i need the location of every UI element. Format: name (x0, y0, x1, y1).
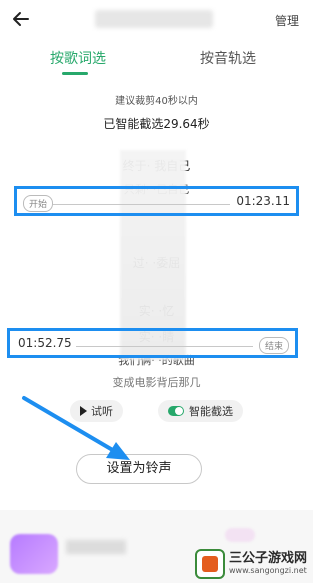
end-marker-highlight: 01:52.75 结束 (7, 328, 298, 358)
start-marker-highlight: 开始 01:23.11 (14, 186, 299, 216)
controls-row: 试听 智能截选 (0, 400, 313, 422)
start-marker-line (53, 204, 230, 205)
end-marker-line (76, 346, 253, 347)
tab-bar: 按歌词选 按音轨选 (0, 44, 313, 76)
bottom-badge-blurred (225, 528, 255, 542)
toggle-switch-icon (168, 406, 184, 416)
back-arrow-icon[interactable] (10, 8, 32, 30)
start-time: 01:23.11 (236, 194, 290, 208)
lyric-line[interactable]: 变成电影背后那几 (0, 374, 313, 390)
smart-select-toggle[interactable]: 智能截选 (158, 400, 243, 422)
end-handle[interactable]: 结束 (258, 337, 289, 354)
watermark-title: 三公子游戏网 (228, 551, 307, 567)
selected-duration: 已智能截选29.64秒 (103, 117, 210, 131)
start-handle[interactable]: 开始 (23, 195, 54, 212)
watermark-logo-icon (194, 549, 225, 579)
header: 管理 (0, 0, 313, 40)
manage-button[interactable]: 管理 (275, 12, 299, 29)
play-icon (80, 406, 87, 416)
tab-by-track[interactable]: 按音轨选 (200, 48, 256, 68)
set-ringtone-button[interactable]: 设置为铃声 (76, 454, 202, 484)
listen-button[interactable]: 试听 (70, 400, 123, 422)
watermark-url: www.sangongzi.net (228, 565, 307, 575)
bottom-text-blurred (66, 540, 126, 554)
listen-label: 试听 (91, 405, 113, 418)
smart-select-label: 智能截选 (189, 405, 233, 418)
tab-by-lyrics[interactable]: 按歌词选 (50, 48, 106, 68)
watermark: 三公子游戏网 www.sangongzi.net (194, 549, 307, 579)
end-time: 01:52.75 (18, 336, 72, 350)
active-tab-indicator (62, 72, 88, 75)
clip-hint: 建议裁剪40秒以内 (115, 96, 198, 107)
song-title-blurred (95, 10, 213, 28)
album-art-blurred (10, 534, 58, 574)
